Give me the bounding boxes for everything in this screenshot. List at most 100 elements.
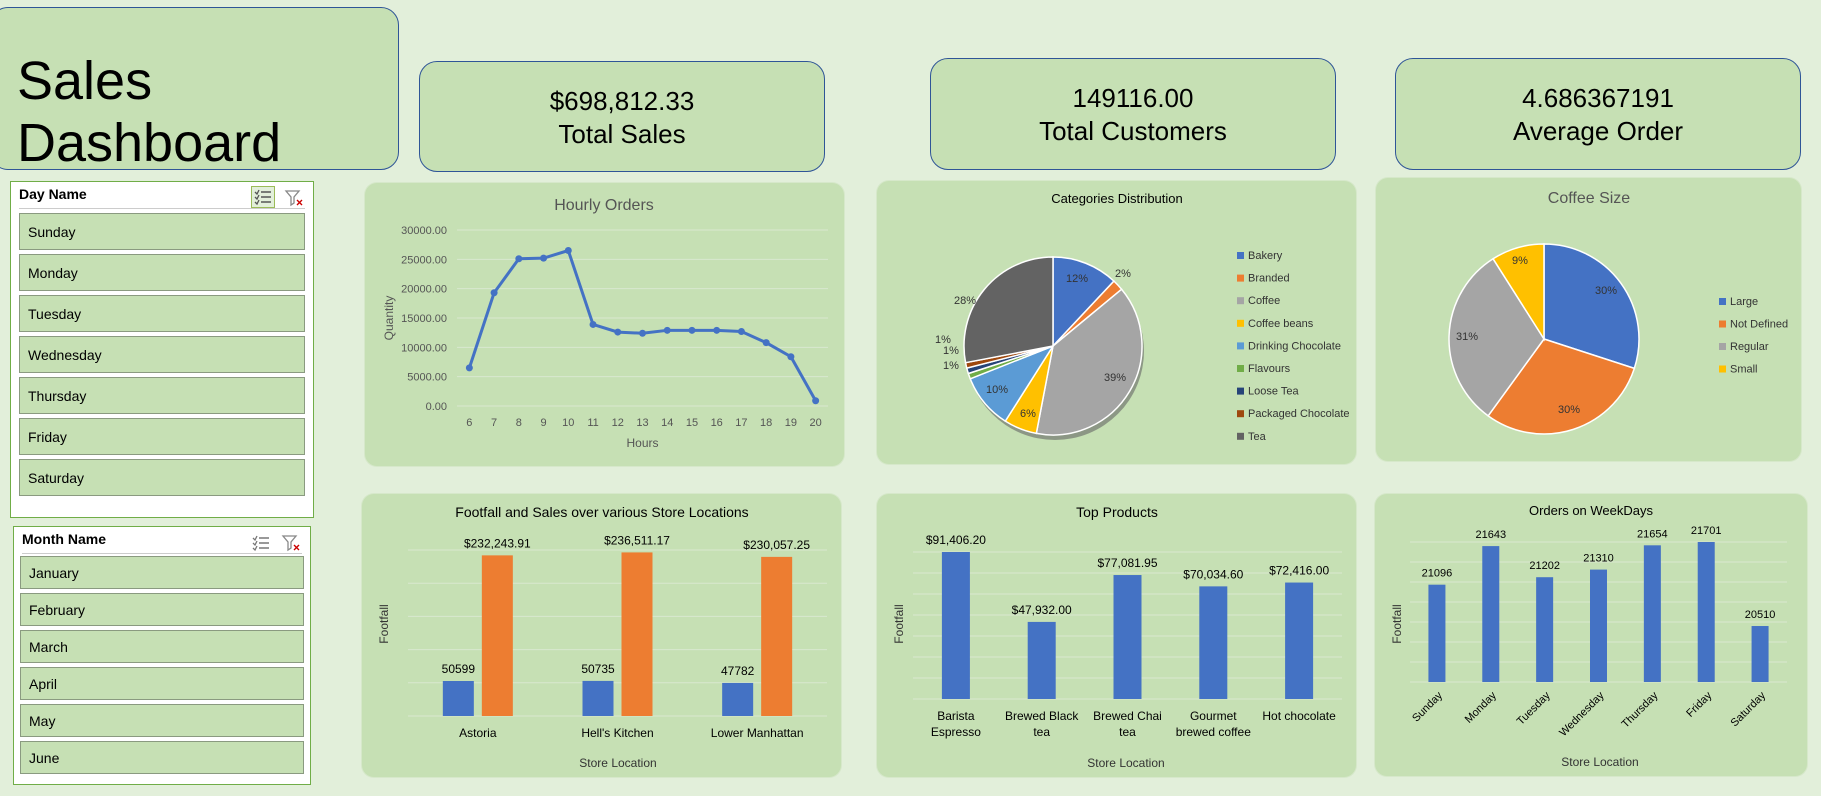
legend-swatch xyxy=(1237,274,1244,282)
data-label: 1% xyxy=(943,345,959,357)
kpi-total-customers: 149116.00 Total Customers xyxy=(930,58,1336,170)
legend-label: Flavours xyxy=(1248,363,1291,375)
chart-title: Top Products xyxy=(1076,504,1158,520)
x-tick-label: 7 xyxy=(491,417,497,429)
slicer-item-june[interactable]: June xyxy=(20,741,304,774)
coffee-size-chart: Coffee Size 30% 30% 31% 9% Large Not Defined Re… xyxy=(1448,190,1788,435)
top-products-chart: Top Products $91,406.20 Barista Espresso $47… xyxy=(892,504,1342,770)
data-label: 47782 xyxy=(721,664,755,678)
slicer-item-thursday[interactable]: Thursday xyxy=(19,377,305,414)
slicer-header: Month Name xyxy=(22,531,302,554)
data-label: 21310 xyxy=(1583,553,1614,565)
y-axis-title: Footfall xyxy=(1390,604,1404,643)
x-tick-label: Thursday xyxy=(1620,689,1661,730)
slicer-item-march[interactable]: March xyxy=(20,630,304,663)
data-label: $70,034.60 xyxy=(1183,567,1243,581)
data-point xyxy=(564,247,572,255)
x-tick-label: Brewed Chai xyxy=(1093,709,1162,723)
data-label: 21202 xyxy=(1529,560,1560,572)
x-tick-label: 17 xyxy=(735,417,747,429)
x-tick-label: tea xyxy=(1119,725,1136,739)
slicer-item-sunday[interactable]: Sunday xyxy=(19,213,305,250)
data-label: $91,406.20 xyxy=(926,533,986,547)
bar xyxy=(1199,586,1228,699)
legend-swatch xyxy=(1237,342,1244,350)
kpi-value: $698,812.33 xyxy=(549,86,695,116)
line-series xyxy=(467,248,817,402)
slicer-item-february[interactable]: February xyxy=(20,593,304,626)
slicer-item-monday[interactable]: Monday xyxy=(19,254,305,291)
clear-filter-icon[interactable] xyxy=(283,188,305,208)
slicer-item-january[interactable]: January xyxy=(20,556,304,589)
bar xyxy=(1536,577,1554,682)
x-tick-label: Tuesday xyxy=(1515,689,1553,727)
data-label: 39% xyxy=(1104,372,1126,384)
slicer-title: Day Name xyxy=(19,186,87,202)
multi-select-icon[interactable] xyxy=(251,186,275,208)
data-point xyxy=(465,364,473,372)
day-name-slicer: Day Name Sunday Monday Tuesday Wednesday Thu… xyxy=(10,181,314,518)
data-label: $47,932.00 xyxy=(1012,603,1072,617)
x-tick-label: Hot chocolate xyxy=(1262,709,1336,723)
x-tick-label: Saturday xyxy=(1729,689,1769,729)
x-tick-label: 13 xyxy=(636,417,648,429)
data-label: 10% xyxy=(986,384,1008,396)
x-axis-title: Store Location xyxy=(1087,756,1164,770)
bar xyxy=(1027,621,1056,699)
legend-swatch xyxy=(1719,320,1726,328)
chart-title: Hourly Orders xyxy=(554,197,654,214)
bar xyxy=(621,552,653,716)
multi-select-icon[interactable] xyxy=(250,533,272,553)
x-axis-title: Hours xyxy=(626,436,658,450)
data-label: 21654 xyxy=(1637,528,1668,540)
data-point xyxy=(663,326,671,334)
data-label: $232,243.91 xyxy=(464,536,531,550)
data-label: 31% xyxy=(1456,331,1478,343)
bar xyxy=(1751,626,1769,682)
data-label: $230,057.25 xyxy=(743,538,810,552)
bar xyxy=(722,682,754,716)
data-label: 12% xyxy=(1066,273,1088,285)
page-title: Sales Dashboard xyxy=(17,51,282,173)
bar xyxy=(941,552,970,699)
data-point xyxy=(589,320,597,328)
kpi-value: 149116.00 xyxy=(1072,83,1194,113)
bar xyxy=(761,556,793,716)
hourly-orders-chart: Hourly Orders 0.00 5000.00 10000.00 15000.00… xyxy=(382,197,828,450)
x-tick-label: Wednesday xyxy=(1557,689,1607,739)
x-tick-label: Gourmet xyxy=(1190,709,1237,723)
legend-swatch xyxy=(1719,343,1726,350)
x-tick-label: 15 xyxy=(686,417,698,429)
categories-distribution-chart: Categories Distribution12% 2%39%6%10%1%1%… xyxy=(935,191,1349,443)
data-label: 50599 xyxy=(442,662,476,676)
slicer-item-may[interactable]: May xyxy=(20,704,304,737)
data-label: 1% xyxy=(935,334,951,346)
pie-slice xyxy=(963,256,1054,364)
slicer-item-tuesday[interactable]: Tuesday xyxy=(19,295,305,332)
x-tick-label: 10 xyxy=(562,417,574,429)
y-axis-title: Quantity xyxy=(382,296,396,341)
x-tick-label: Sunday xyxy=(1410,689,1445,724)
dashboard-title-box: Sales Dashboard xyxy=(0,7,399,173)
chart-title: Coffee Size xyxy=(1548,190,1631,207)
legend-swatch xyxy=(1237,319,1244,327)
legend-swatch xyxy=(1719,365,1726,373)
x-tick-label: brewed coffee xyxy=(1176,725,1251,739)
legend-swatch xyxy=(1237,297,1244,305)
slicer-item-wednesday[interactable]: Wednesday xyxy=(19,336,305,373)
kpi-average-order: 4.686367191 Average Order xyxy=(1395,58,1801,170)
kpi-value: 4.686367191 xyxy=(1522,83,1674,113)
x-tick-label: Barista xyxy=(937,709,975,723)
data-point xyxy=(688,326,696,334)
bar xyxy=(1428,584,1446,682)
clear-filter-icon[interactable] xyxy=(280,533,302,553)
chart-title: Orders on WeekDays xyxy=(1529,503,1654,518)
slicer-item-saturday[interactable]: Saturday xyxy=(19,459,305,496)
data-point xyxy=(762,339,770,347)
bar xyxy=(442,681,474,716)
x-tick-label: 8 xyxy=(516,417,522,429)
legend-swatch xyxy=(1237,252,1244,259)
slicer-item-april[interactable]: April xyxy=(20,667,304,700)
slicer-item-friday[interactable]: Friday xyxy=(19,418,305,455)
x-tick-label: 14 xyxy=(661,417,673,429)
